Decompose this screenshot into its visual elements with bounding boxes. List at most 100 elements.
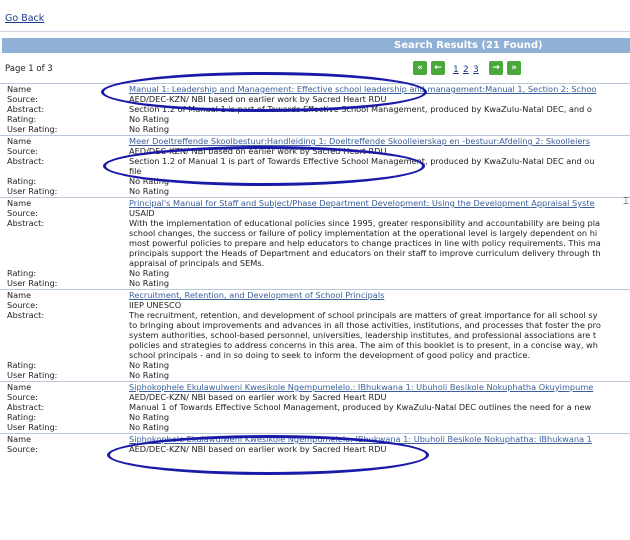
result-record: Name Siphokophele Ekulawulweni Kwesikole … [0, 381, 630, 432]
results-header: Search Results (21 Found) [2, 38, 630, 53]
record-rating-row: Rating: No Rating [0, 114, 630, 124]
record-abstract-line: principals support the Heads of Departme… [129, 248, 601, 258]
record-abstract-row: Abstract: Section 1.2 of Manual 1 is part… [0, 156, 630, 176]
record-user-rating-value: No Rating [129, 124, 170, 134]
record-name-row: Name Siphokophele Ekulawulweni Kwesikole … [0, 382, 630, 392]
result-record: Name Meer Doeltreffende Skoolbestuur:Hand… [0, 135, 630, 196]
results-count-title: Search Results (21 Found) [394, 40, 543, 51]
first-page-icon[interactable]: « [413, 61, 427, 75]
result-record: Name Recruitment, Retention, and Developm… [0, 289, 630, 380]
record-abstract-row: Abstract: Section 1.2 of Manual 1 is part… [0, 104, 630, 114]
page-link-1[interactable]: 1 [453, 65, 459, 75]
record-user-rating-row: User Rating: No Rating [0, 186, 630, 196]
record-abstract-line: system authorities, school-based personn… [129, 330, 597, 340]
record-name-row: Name Recruitment, Retention, and Developm… [0, 290, 630, 300]
record-rating-label: Rating: [7, 412, 37, 422]
record-user-rating-row: User Rating: No Rating [0, 370, 630, 380]
result-record: Name Manual 1: Leadership and Management:… [0, 83, 630, 134]
record-name-label: Name [7, 198, 32, 208]
record-user-rating-label: User Rating: [7, 422, 58, 432]
record-name-row: Name Siphokophele Ekulawulweni Kwesikole … [0, 434, 630, 444]
record-abstract-label: Abstract: [7, 218, 45, 228]
record-rating-row: Rating: No Rating [0, 412, 630, 422]
record-source-value: AED/DEC-KZN/ NBI based on earlier work b… [129, 444, 387, 454]
record-user-rating-value: No Rating [129, 278, 170, 288]
record-abstract-label: Abstract: [7, 156, 45, 166]
record-abstract-label: Abstract: [7, 310, 45, 320]
record-name-value[interactable]: Recruitment, Retention, and Development … [129, 290, 630, 300]
record-abstract-row: Abstract: Manual 1 of Towards Effective S… [0, 402, 630, 412]
record-name-label: Name [7, 84, 32, 94]
page-link-2[interactable]: 2 [463, 65, 469, 75]
record-name-value[interactable]: Meer Doeltreffende Skoolbestuur:Handleid… [129, 136, 630, 146]
record-rating-value: No Rating [129, 114, 170, 124]
record-user-rating-row: User Rating: No Rating [0, 278, 630, 288]
record-user-rating-row: User Rating: No Rating [0, 422, 630, 432]
page-link-3[interactable]: 3 [473, 65, 479, 75]
record-user-rating-label: User Rating: [7, 370, 58, 380]
record-user-rating-label: User Rating: [7, 186, 58, 196]
record-user-rating-label: User Rating: [7, 124, 58, 134]
record-source-label: Source: [7, 94, 38, 104]
record-user-rating-value: No Rating [129, 370, 170, 380]
record-rating-value: No Rating [129, 176, 170, 186]
record-source-label: Source: [7, 300, 38, 310]
next-page-icon[interactable]: → [489, 61, 503, 75]
record-rating-value: No Rating [129, 268, 170, 278]
record-abstract-row: Abstract: With the implementation of educ… [0, 218, 630, 268]
go-back-link[interactable]: Go Back [5, 13, 44, 24]
record-name-label: Name [7, 382, 32, 392]
prev-page-icon[interactable]: ← [431, 61, 445, 75]
result-record: Name Principal's Manual for Staff and Sub… [0, 197, 630, 288]
record-abstract-label: Abstract: [7, 104, 45, 114]
record-name-value[interactable]: Siphokophele Ekulawulweni Kwesikole Ngem… [129, 434, 630, 444]
record-name-value[interactable]: Siphokophele Ekulawulweni Kwesikole Ngem… [129, 382, 630, 392]
record-source-label: Source: [7, 392, 38, 402]
record-rating-label: Rating: [7, 360, 37, 370]
record-rating-row: Rating: No Rating [0, 176, 630, 186]
record-name-row: Name Meer Doeltreffende Skoolbestuur:Hand… [0, 136, 630, 146]
record-abstract-line: school principals - and in so doing to s… [129, 350, 531, 360]
pagination-bar: Page 1 of 3 « ← 1 2 3 → » [0, 56, 630, 81]
record-name-row: Name Manual 1: Leadership and Management:… [0, 84, 630, 94]
record-user-rating-value: No Rating [129, 422, 170, 432]
last-page-icon[interactable]: » [507, 61, 521, 75]
record-rating-row: Rating: No Rating [0, 360, 630, 370]
record-source-value: USAID [129, 208, 155, 218]
record-name-label: Name [7, 434, 32, 444]
record-user-rating-row: User Rating: No Rating [0, 124, 630, 134]
results-list: Name Manual 1: Leadership and Management:… [0, 83, 630, 455]
record-source-row: Source: AED/DEC-KZN/ NBI based on earlier… [0, 94, 630, 104]
record-abstract-line: Section 1.2 of Manual 1 is part of Towar… [129, 156, 595, 166]
record-source-value: AED/DEC-KZN/ NBI based on earlier work b… [129, 94, 387, 104]
record-name-value[interactable]: Principal's Manual for Staff and Subject… [129, 198, 630, 208]
record-source-row: Source: IIEP UNESCO [0, 300, 630, 310]
record-rating-label: Rating: [7, 114, 37, 124]
record-abstract-line: With the implementation of educational p… [129, 218, 600, 228]
record-source-row: Source: USAID [0, 208, 630, 218]
record-source-value: AED/DEC-KZN/ NBI based on earlier work b… [129, 392, 387, 402]
mouse-cursor-icon: ⌶ [623, 196, 629, 207]
record-source-row: Source: AED/DEC-KZN/ NBI based on earlier… [0, 146, 630, 156]
record-source-label: Source: [7, 208, 38, 218]
record-rating-label: Rating: [7, 176, 37, 186]
record-abstract-row: Abstract: The recruitment, retention, and… [0, 310, 630, 360]
record-abstract-line: to bringing about improvements and advan… [129, 320, 601, 330]
record-name-value[interactable]: Manual 1: Leadership and Management: Eff… [129, 84, 630, 94]
record-abstract-label: Abstract: [7, 402, 45, 412]
record-source-row: Source: AED/DEC-KZN/ NBI based on earlier… [0, 392, 630, 402]
result-record: Name Siphokophele Ekulawulweni Kwesikole … [0, 433, 630, 454]
record-user-rating-label: User Rating: [7, 278, 58, 288]
record-rating-label: Rating: [7, 268, 37, 278]
record-rating-value: No Rating [129, 360, 170, 370]
record-abstract-line: The recruitment, retention, and developm… [129, 310, 598, 320]
record-source-row: Source: AED/DEC-KZN/ NBI based on earlier… [0, 444, 630, 454]
record-abstract-line: policies and strategies to address conce… [129, 340, 598, 350]
record-source-value: IIEP UNESCO [129, 300, 182, 310]
record-abstract-line: appraisal of principals and SEMs. [129, 258, 265, 268]
record-user-rating-value: No Rating [129, 186, 170, 196]
page-indicator: Page 1 of 3 [5, 64, 53, 74]
record-abstract-line: school changes, the success or failure o… [129, 228, 598, 238]
record-abstract-line: most powerful policies to prepare and he… [129, 238, 601, 248]
record-name-label: Name [7, 290, 32, 300]
